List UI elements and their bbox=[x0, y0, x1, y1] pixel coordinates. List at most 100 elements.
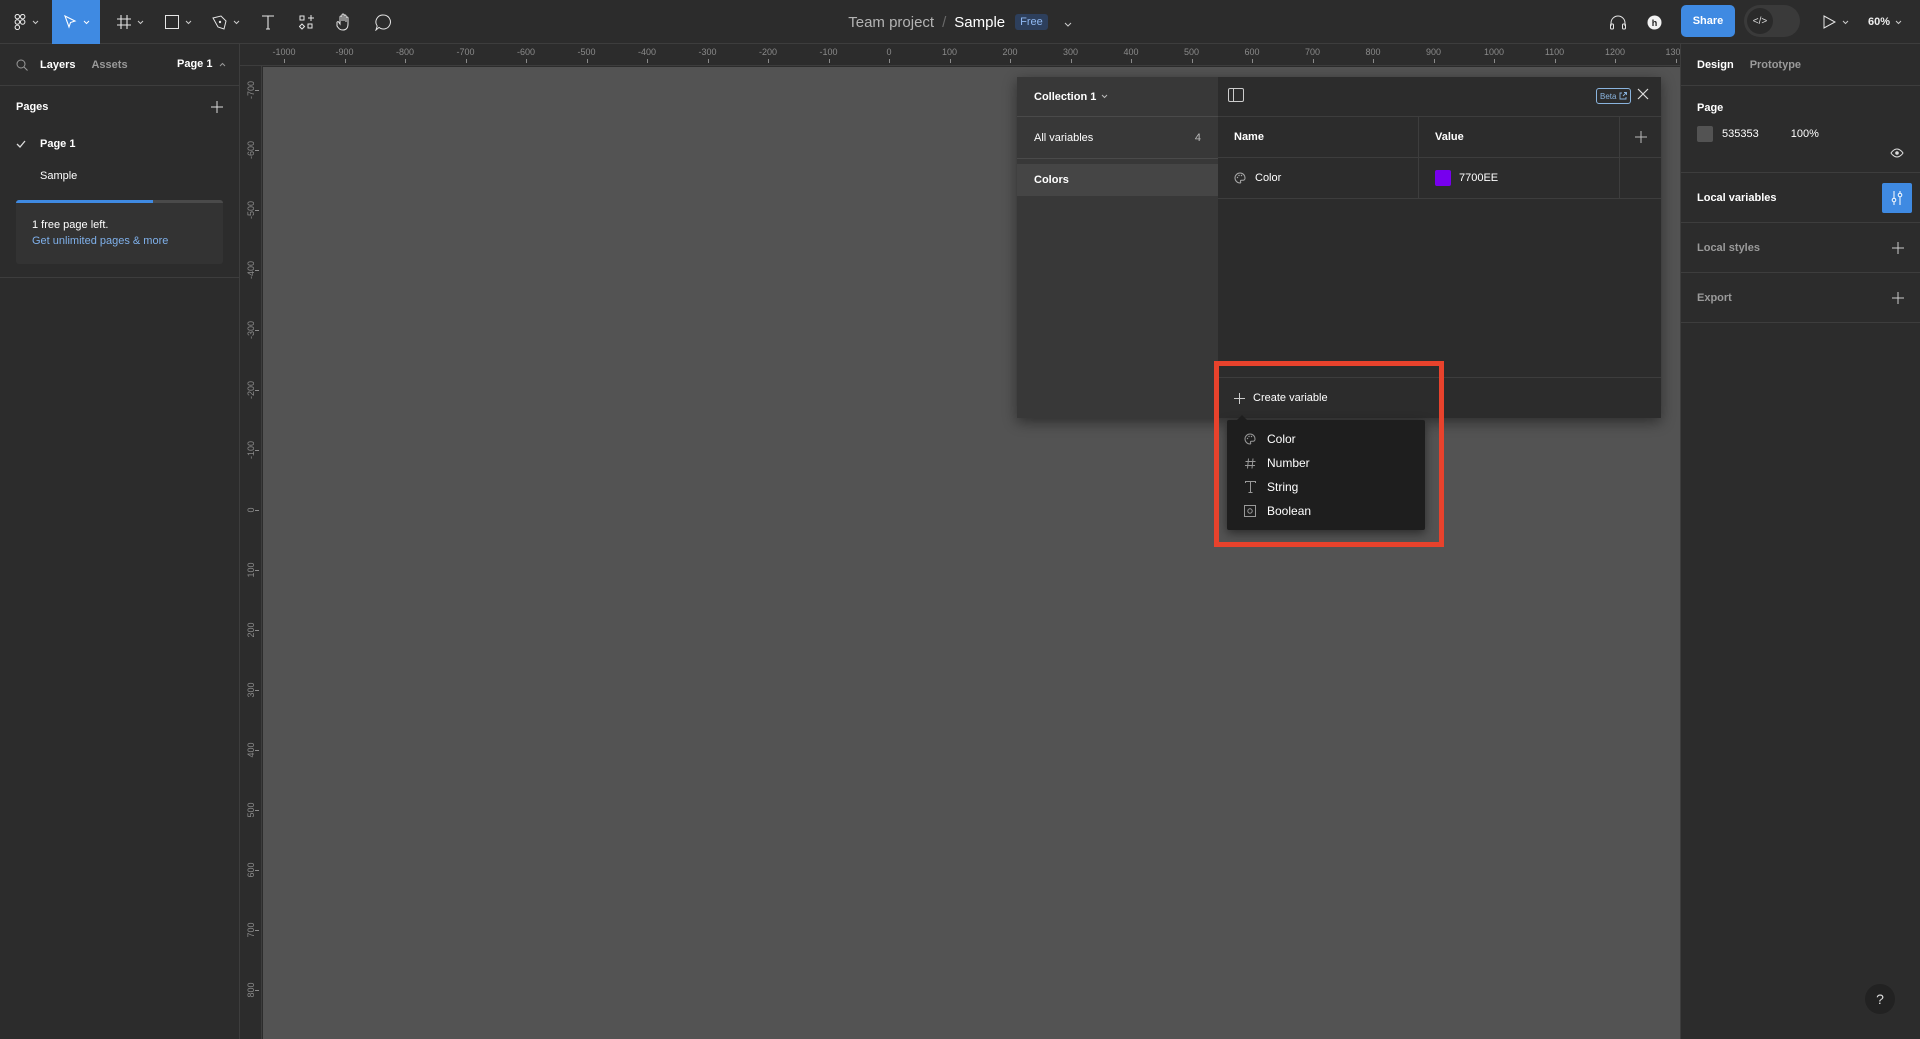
page-section: Page 535353 100% bbox=[1681, 86, 1920, 173]
pen-icon bbox=[212, 14, 227, 30]
hand-tool-button[interactable] bbox=[328, 0, 360, 44]
local-styles-label: Local styles bbox=[1697, 241, 1760, 254]
search-icon[interactable] bbox=[16, 59, 28, 71]
color-swatch[interactable] bbox=[1435, 170, 1451, 186]
resources-tool-button[interactable] bbox=[290, 0, 322, 44]
ruler-tick-label: 1100 bbox=[1544, 47, 1565, 57]
ruler-tick-label: -600 bbox=[516, 47, 536, 57]
help-button[interactable]: ? bbox=[1865, 984, 1895, 1014]
all-variables-item[interactable]: All variables 4 bbox=[1017, 117, 1218, 159]
add-export-plus-icon[interactable] bbox=[1892, 291, 1904, 304]
add-page-plus-icon[interactable] bbox=[211, 101, 223, 113]
collection-dropdown[interactable]: Collection 1 bbox=[1017, 77, 1218, 117]
ruler-tick-label: -200 bbox=[758, 47, 778, 57]
group-name: Colors bbox=[1034, 174, 1069, 186]
external-link-icon bbox=[1620, 92, 1628, 100]
variable-value-cell[interactable]: 7700EE bbox=[1419, 158, 1620, 198]
eye-icon[interactable] bbox=[1890, 148, 1904, 158]
present-button[interactable] bbox=[1818, 0, 1854, 44]
plus-icon bbox=[1634, 131, 1647, 143]
chevron-down-icon bbox=[137, 20, 143, 24]
ruler-tick-label: 600 bbox=[1244, 47, 1260, 57]
upgrade-link[interactable]: Get unlimited pages & more bbox=[32, 233, 207, 249]
page-selector[interactable]: Page 1 bbox=[177, 58, 226, 70]
ruler-tick-label: 1000 bbox=[1483, 47, 1505, 57]
page-fill-hex[interactable]: 535353 bbox=[1722, 128, 1759, 140]
local-styles-section: Local styles bbox=[1681, 223, 1920, 273]
page-fill-opacity[interactable]: 100% bbox=[1791, 128, 1819, 140]
variable-value: 7700EE bbox=[1459, 172, 1499, 184]
ruler-tick-label: -800 bbox=[395, 47, 415, 57]
chevron-down-icon bbox=[32, 20, 38, 24]
ruler-tick-label: 300 bbox=[1062, 47, 1079, 57]
pages-header: Pages bbox=[0, 86, 239, 128]
add-mode-button[interactable] bbox=[1620, 117, 1661, 157]
ruler-tick-label: -400 bbox=[637, 47, 657, 57]
column-header-name: Name bbox=[1218, 117, 1419, 157]
frame-icon bbox=[116, 15, 131, 29]
play-icon bbox=[1823, 15, 1836, 29]
tab-layers[interactable]: Layers bbox=[40, 59, 75, 71]
figma-logo-icon bbox=[14, 14, 25, 30]
palette-icon bbox=[1234, 172, 1246, 184]
move-tool-button[interactable] bbox=[52, 0, 100, 44]
text-tool-button[interactable] bbox=[252, 0, 284, 44]
tab-design[interactable]: Design bbox=[1697, 59, 1734, 71]
column-header-value: Value bbox=[1419, 117, 1620, 157]
close-icon[interactable] bbox=[1637, 88, 1649, 100]
variables-table: Name Value Color 7700EE bbox=[1218, 117, 1661, 199]
page-fill-row: 535353 100% bbox=[1681, 114, 1920, 154]
chevron-down-icon bbox=[83, 20, 89, 24]
page-item-sample[interactable]: Sample bbox=[0, 160, 239, 192]
collection-name: Collection 1 bbox=[1034, 90, 1097, 103]
file-menu-chevron-icon[interactable] bbox=[1064, 14, 1072, 31]
chevron-down-icon bbox=[233, 20, 240, 24]
beta-badge[interactable]: Beta bbox=[1596, 88, 1632, 104]
ruler-tick-label: 1300 bbox=[1665, 47, 1680, 57]
ruler-tick-label: -500 bbox=[577, 47, 596, 57]
ruler-tick-label: -700 bbox=[456, 47, 475, 57]
page-item-page-1[interactable]: Page 1 bbox=[0, 128, 239, 160]
pen-tool-button[interactable] bbox=[206, 0, 246, 44]
local-variables-label: Local variables bbox=[1697, 191, 1777, 204]
zoom-dropdown[interactable]: 60% bbox=[1868, 0, 1902, 44]
ruler-tick-label: 800 bbox=[1365, 47, 1381, 57]
frame-tool-button[interactable] bbox=[110, 0, 150, 44]
dev-mode-toggle[interactable]: </> bbox=[1744, 5, 1800, 37]
ruler-tick-label: 1200 bbox=[1604, 47, 1626, 57]
comment-tool-button[interactable] bbox=[367, 0, 399, 44]
table-header-row: Name Value bbox=[1218, 117, 1661, 158]
page-color-swatch[interactable] bbox=[1697, 126, 1713, 142]
sidebar-toggle-icon[interactable] bbox=[1228, 88, 1244, 102]
open-variables-button[interactable] bbox=[1882, 182, 1912, 213]
chevron-down-icon bbox=[1842, 20, 1849, 24]
variable-name-cell[interactable]: Color bbox=[1218, 158, 1419, 198]
group-item-colors[interactable]: Colors bbox=[1017, 164, 1218, 196]
ruler-tick-label: -100 bbox=[819, 47, 838, 57]
user-avatar[interactable]: h bbox=[1642, 0, 1666, 44]
resources-icon bbox=[298, 14, 314, 30]
rectangle-icon bbox=[164, 15, 179, 29]
ruler-tick-label: -1000 bbox=[272, 47, 296, 57]
ruler-tick-label: 900 bbox=[1425, 47, 1442, 57]
breadcrumb-separator: / bbox=[942, 13, 947, 31]
file-name[interactable]: Sample bbox=[954, 14, 1005, 31]
row-spacer bbox=[1620, 158, 1661, 198]
audio-button[interactable] bbox=[1604, 0, 1632, 44]
add-style-plus-icon[interactable] bbox=[1892, 241, 1904, 254]
tab-prototype[interactable]: Prototype bbox=[1750, 59, 1801, 71]
table-row[interactable]: Color 7700EE bbox=[1218, 158, 1661, 199]
shape-tool-button[interactable] bbox=[158, 0, 198, 44]
project-name-link[interactable]: Team project bbox=[848, 14, 934, 31]
main-menu-button[interactable] bbox=[6, 0, 46, 44]
local-variables-section: Local variables bbox=[1681, 173, 1920, 223]
all-variables-label: All variables bbox=[1034, 131, 1094, 144]
ruler-tick-label: -900 bbox=[335, 47, 354, 57]
tab-assets[interactable]: Assets bbox=[91, 59, 127, 71]
share-button[interactable]: Share bbox=[1681, 5, 1735, 37]
left-sidebar: Layers Assets Page 1 Pages Page 1 Sample… bbox=[0, 44, 240, 1039]
page-selector-label: Page 1 bbox=[177, 58, 213, 70]
export-label: Export bbox=[1697, 291, 1732, 304]
page-name: Sample bbox=[40, 170, 78, 182]
file-title: Team project / Sample Free bbox=[0, 0, 1920, 44]
